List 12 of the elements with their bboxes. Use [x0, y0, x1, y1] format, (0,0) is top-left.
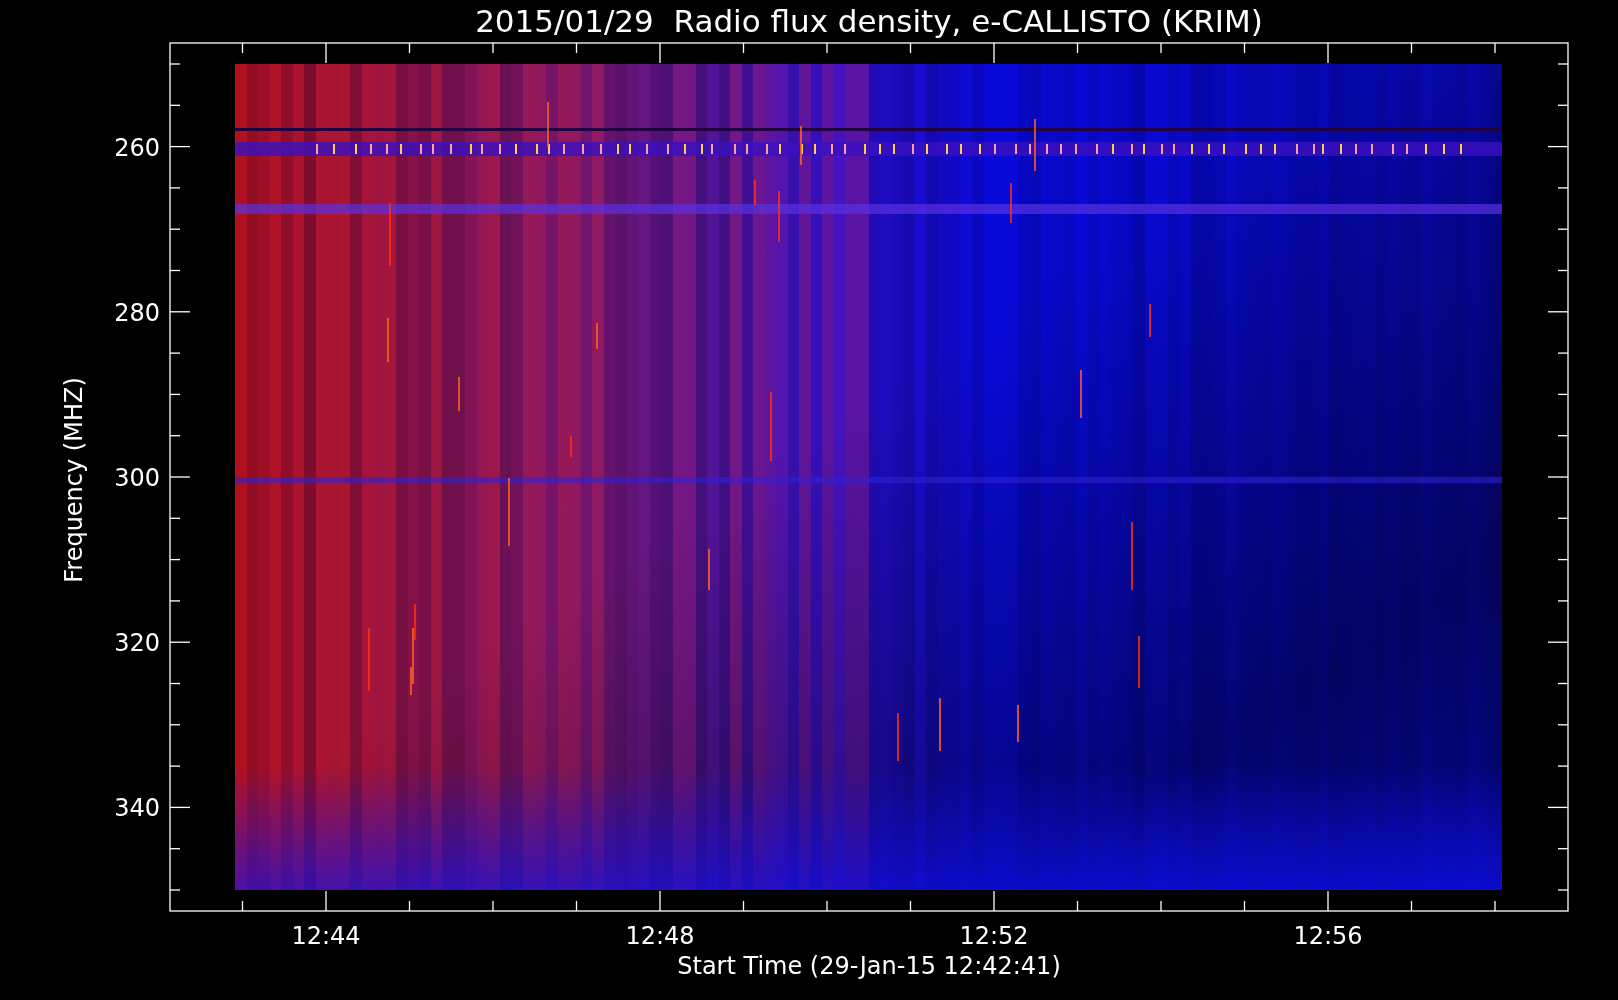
y-tick-label: 300 [114, 464, 160, 492]
y-tick-label: 320 [114, 629, 160, 658]
x-axis-title: Start Time (29-Jan-15 12:42:41) [677, 952, 1061, 980]
y-axis-title: Frequency (MHZ) [60, 377, 88, 583]
x-tick-label: 12:52 [959, 922, 1029, 950]
y-tick-label: 280 [114, 298, 160, 327]
x-tick-label: 12:44 [291, 922, 361, 950]
x-tick-label: 12:56 [1293, 922, 1363, 950]
y-tick-label: 260 [114, 133, 160, 162]
y-tick-label: 340 [114, 794, 160, 823]
x-tick-label: 12:48 [625, 922, 695, 950]
chart-title: 2015/01/29 Radio flux density, e-CALLISTO (KRIM) [475, 3, 1263, 39]
